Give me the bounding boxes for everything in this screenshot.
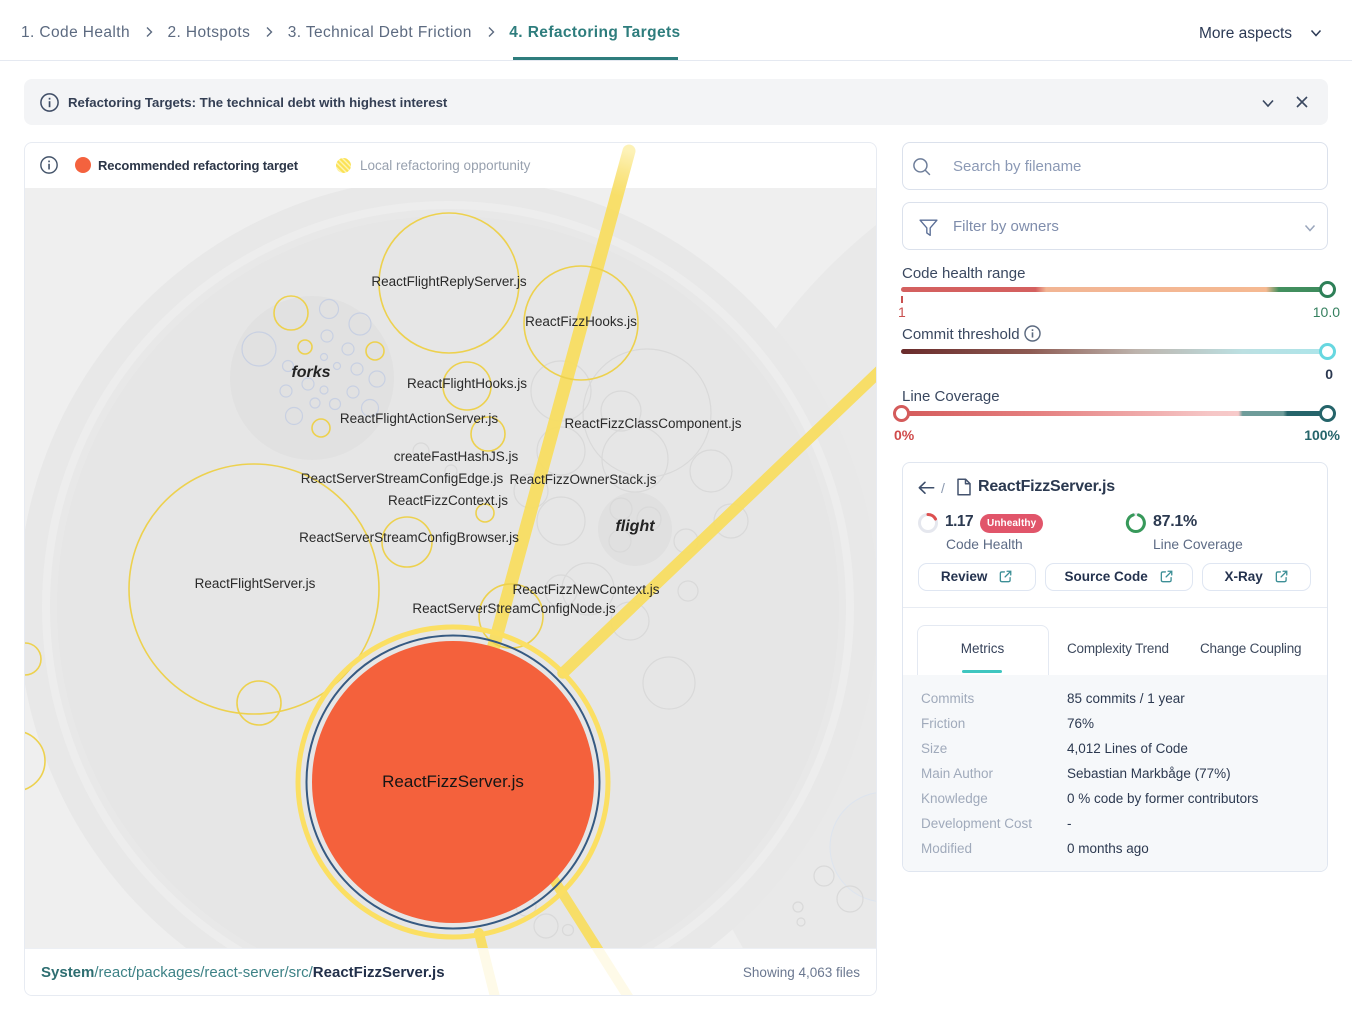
- svg-text:ReactFlightReplyServer.js: ReactFlightReplyServer.js: [371, 274, 527, 289]
- svg-text:ReactFizzOwnerStack.js: ReactFizzOwnerStack.js: [509, 472, 656, 487]
- svg-text:flight: flight: [615, 518, 655, 535]
- svg-text:ReactFizzServer.js: ReactFizzServer.js: [382, 772, 524, 791]
- svg-text:ReactFizzContext.js: ReactFizzContext.js: [388, 493, 508, 508]
- svg-text:ReactFizzNewContext.js: ReactFizzNewContext.js: [512, 582, 659, 597]
- svg-text:ReactFlightServer.js: ReactFlightServer.js: [195, 576, 316, 591]
- svg-text:ReactFizzHooks.js: ReactFizzHooks.js: [525, 314, 637, 329]
- svg-text:ReactServerStreamConfigEdge.js: ReactServerStreamConfigEdge.js: [301, 471, 504, 486]
- svg-text:ReactServerStreamConfigBrowser: ReactServerStreamConfigBrowser.js: [299, 530, 519, 545]
- svg-text:createFastHashJS.js: createFastHashJS.js: [394, 449, 519, 464]
- svg-text:ReactFlightActionServer.js: ReactFlightActionServer.js: [340, 411, 499, 426]
- svg-text:ReactServerStreamConfigNode.js: ReactServerStreamConfigNode.js: [412, 601, 616, 616]
- svg-text:ReactFlightHooks.js: ReactFlightHooks.js: [407, 376, 527, 391]
- svg-text:forks: forks: [291, 364, 330, 381]
- svg-text:ReactFizzClassComponent.js: ReactFizzClassComponent.js: [564, 416, 741, 431]
